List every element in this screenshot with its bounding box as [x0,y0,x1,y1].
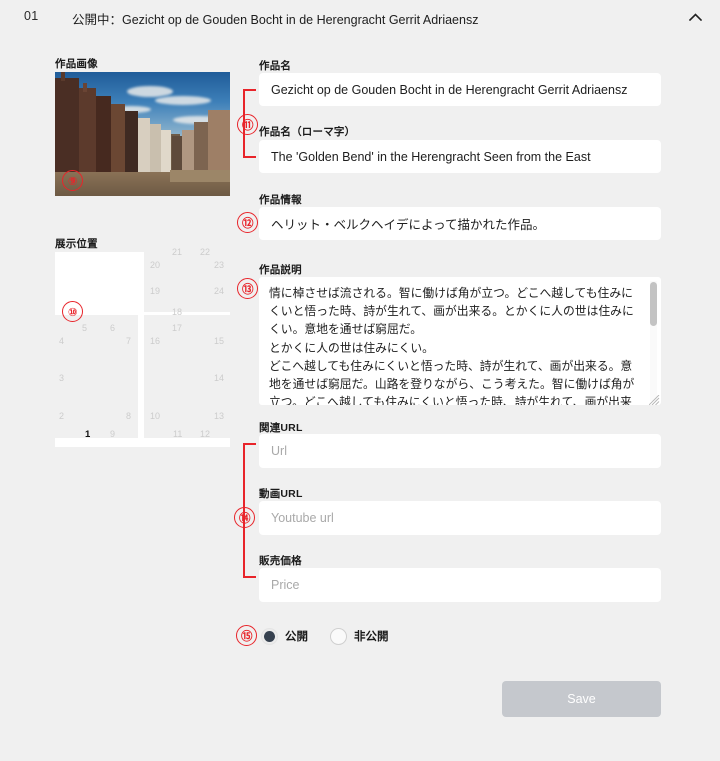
painting-chimney [83,83,87,92]
floorplan-position-22[interactable]: 22 [200,248,210,257]
floorplan-position-6[interactable]: 6 [110,324,115,333]
floorplan-position-11[interactable]: 11 [173,430,182,439]
video-url-input[interactable]: Youtube url [259,501,661,535]
painting-building [55,78,79,174]
price-label: 販売価格 [259,555,302,567]
title-romaji-input[interactable]: The 'Golden Bend' in the Herengracht See… [259,140,661,173]
annotation-marker-11: ⑪ [237,114,258,135]
title-input[interactable]: Gezicht op de Gouden Bocht in de Herengr… [259,73,661,106]
floorplan-label: 展示位置 [55,238,98,250]
floorplan-position-24[interactable]: 24 [214,287,224,296]
radio-private[interactable]: 非公開 [330,627,389,645]
description-label: 作品説明 [259,264,302,276]
price-input[interactable]: Price [259,568,661,602]
header-index: 01 [24,9,39,23]
floorplan-position-13[interactable]: 13 [214,412,224,421]
floorplan-position-14[interactable]: 14 [214,374,224,383]
floorplan-position-5[interactable]: 5 [82,324,87,333]
floorplan[interactable]: 1 2 3 4 5 6 7 8 9 10 11 12 13 14 15 16 17 18 19 20 21 22 23 24 [55,248,230,447]
painting-building [208,110,230,174]
floorplan-position-17[interactable]: 17 [172,324,182,333]
floorplan-position-21[interactable]: 21 [172,248,182,257]
textarea-scrollbar-thumb[interactable] [650,282,657,326]
radio-private-label: 非公開 [354,631,389,643]
description-text: 情に棹させば流される。智に働けば角が立つ。どこへ越しても住みにくいと悟った時、詩… [269,286,635,405]
annotation-marker-12: ⑫ [237,212,258,233]
annotation-marker-9: ⑨ [62,170,83,191]
floorplan-position-15[interactable]: 15 [214,337,224,346]
floorplan-position-18[interactable]: 18 [172,308,182,317]
artwork-image-label: 作品画像 [55,58,98,70]
floorplan-position-23[interactable]: 23 [214,261,224,270]
painting-cloud [155,96,211,105]
artwork-edit-panel: 01 公開中：Gezicht op de Gouden Bocht in de … [0,0,720,761]
radio-public-label: 公開 [285,631,308,643]
chevron-up-icon[interactable] [684,8,706,26]
page-title: 公開中：Gezicht op de Gouden Bocht in de Her… [72,13,479,27]
floorplan-position-16[interactable]: 16 [150,337,160,346]
description-textarea[interactable]: 情に棹させば流される。智に働けば角が立つ。どこへ越しても住みにくいと悟った時、詩… [259,277,661,405]
info-input[interactable]: ヘリット・ベルクヘイデによって描かれた作品。 [259,207,661,240]
radio-public-icon[interactable] [261,627,278,645]
title-label: 作品名 [259,60,292,72]
floorplan-position-1[interactable]: 1 [85,430,90,440]
radio-private-icon[interactable] [330,627,347,645]
info-label: 作品情報 [259,194,302,206]
annotation-marker-15: ⑮ [236,625,257,646]
floorplan-position-4[interactable]: 4 [59,337,64,346]
painting-quay-right [170,170,230,182]
painting-chimney [61,72,65,81]
floorplan-position-20[interactable]: 20 [150,261,160,270]
painting-building [111,104,125,174]
title-romaji-label: 作品名（ローマ字） [259,126,356,138]
painting-building [182,130,194,174]
painting-building [161,130,171,174]
floorplan-position-2[interactable]: 2 [59,412,64,421]
painting-building [138,118,150,174]
floorplan-position-3[interactable]: 3 [59,374,64,383]
annotation-marker-14: ⑭ [234,507,255,528]
floorplan-wall-stub [125,380,138,438]
save-button[interactable]: Save [502,681,661,717]
panel-header[interactable]: 01 公開中：Gezicht op de Gouden Bocht in de … [0,0,720,33]
video-url-label: 動画URL [259,488,303,500]
related-url-input[interactable]: Url [259,434,661,468]
painting-building [172,136,182,174]
painting-building [150,124,161,174]
floorplan-position-8[interactable]: 8 [126,412,131,421]
painting-cloud [127,86,173,97]
floorplan-position-12[interactable]: 12 [200,430,210,439]
floorplan-position-7[interactable]: 7 [126,337,131,346]
painting-building [96,96,111,174]
radio-public[interactable]: 公開 [261,627,308,645]
annotation-marker-13: ⑬ [237,278,258,299]
annotation-marker-10: ⑩ [62,301,83,322]
visibility-radios[interactable]: 公開 非公開 [261,626,389,646]
floorplan-position-10[interactable]: 10 [150,412,160,421]
painting-building [125,111,138,174]
related-url-label: 関連URL [259,422,303,434]
painting-building [194,122,208,174]
resize-handle-icon[interactable] [648,393,660,405]
floorplan-position-19[interactable]: 19 [150,287,160,296]
floorplan-position-9[interactable]: 9 [110,430,115,439]
painting-building [79,88,96,174]
